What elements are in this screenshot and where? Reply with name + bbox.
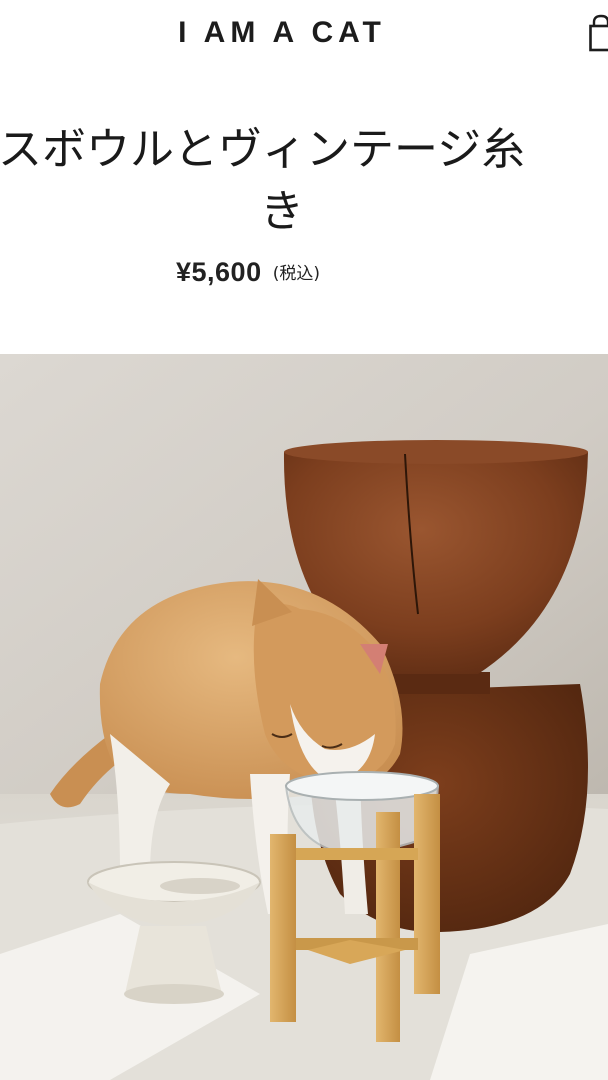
cart-button[interactable] <box>588 12 608 56</box>
product-photo[interactable] <box>0 354 608 1080</box>
shopping-bag-icon <box>589 14 608 52</box>
header: I AM A CAT <box>0 0 608 70</box>
tax-note: (税込) <box>272 264 320 284</box>
product-title-line-2: き <box>260 186 304 237</box>
product-title-line-1: スボウルとヴィンテージ糸 <box>0 124 526 175</box>
cat-drinking-photo <box>0 354 608 1080</box>
product-title: スボウルとヴィンテージ糸 き <box>0 120 608 250</box>
price-row: ¥5,600 (税込) <box>176 257 320 288</box>
product-price: ¥5,600 <box>176 257 262 287</box>
brand-logo[interactable]: I AM A CAT <box>0 16 564 50</box>
